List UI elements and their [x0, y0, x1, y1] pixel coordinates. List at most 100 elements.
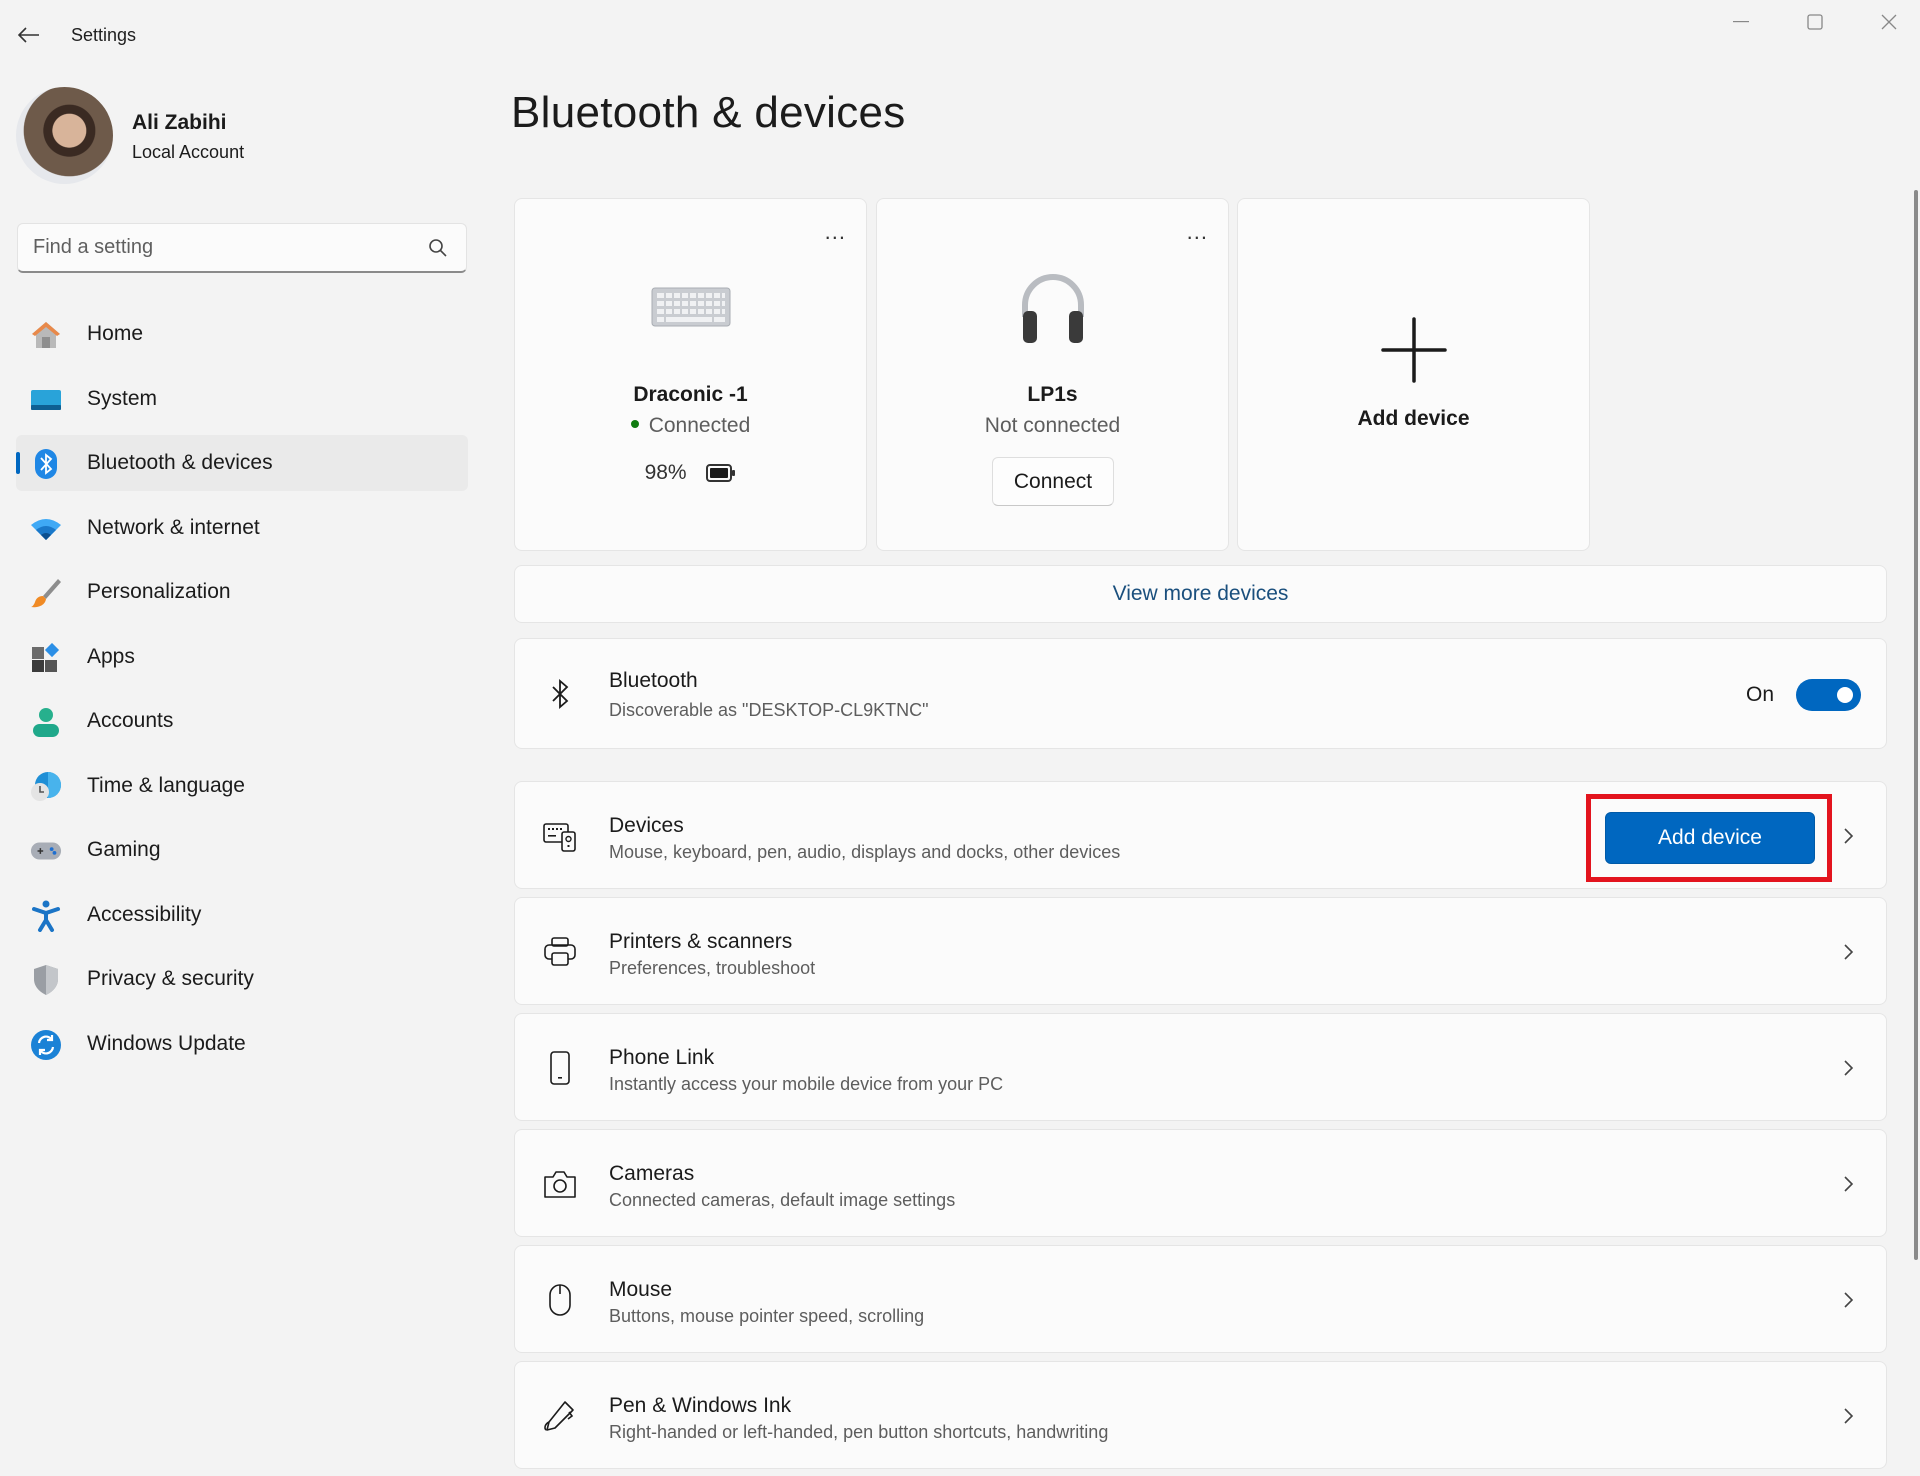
sidebar-item-label: Personalization — [87, 580, 231, 603]
device-status: Not connected — [984, 414, 1121, 437]
devices-row[interactable]: Devices Mouse, keyboard, pen, audio, dis… — [514, 781, 1887, 889]
search-icon[interactable] — [428, 238, 448, 258]
sidebar-item-bluetooth-devices[interactable]: Bluetooth & devices — [16, 435, 468, 491]
sidebar-item-label: Time & language — [87, 773, 245, 797]
row-subtitle: Right-handed or left-handed, pen button … — [609, 1422, 1109, 1442]
gamepad-icon — [30, 835, 62, 867]
phone-link-row[interactable]: Phone Link Instantly access your mobile … — [514, 1013, 1887, 1121]
minimize-icon — [1733, 21, 1749, 23]
brush-icon — [30, 577, 62, 609]
headphones-icon — [1013, 267, 1093, 352]
mouse-row[interactable]: Mouse Buttons, mouse pointer speed, scro… — [514, 1245, 1887, 1353]
shield-icon — [30, 964, 62, 996]
row-title: Pen & Windows Ink — [609, 1394, 792, 1417]
keyboard-icon — [651, 287, 731, 332]
bluetooth-toggle[interactable] — [1796, 679, 1861, 711]
row-title: Bluetooth — [609, 669, 698, 692]
row-title: Printers & scanners — [609, 930, 793, 953]
person-icon — [30, 706, 62, 738]
row-title: Cameras — [609, 1162, 695, 1185]
battery-percent: 98% — [644, 461, 687, 484]
system-icon — [30, 384, 62, 416]
maximize-button[interactable] — [1792, 8, 1838, 36]
bluetooth-icon — [30, 448, 62, 480]
connect-button[interactable]: Connect — [992, 457, 1114, 506]
sidebar-item-time-language[interactable]: Time & language — [16, 758, 468, 814]
search-box[interactable] — [17, 223, 467, 273]
account-type: Local Account — [132, 142, 245, 162]
more-options-button[interactable]: ... — [825, 221, 846, 243]
row-subtitle: Preferences, troubleshoot — [609, 958, 816, 978]
cameras-row[interactable]: Cameras Connected cameras, default image… — [514, 1129, 1887, 1237]
status-text: Connected — [648, 414, 751, 437]
chevron-right-icon[interactable] — [1838, 1058, 1858, 1078]
row-title: Mouse — [609, 1278, 673, 1301]
bluetooth-icon — [543, 677, 577, 711]
devices-icon — [543, 819, 577, 853]
close-icon — [1881, 14, 1897, 30]
plus-icon — [1380, 317, 1447, 388]
sidebar-item-label: Privacy & security — [87, 967, 254, 990]
sidebar-item-accessibility[interactable]: Accessibility — [16, 887, 468, 943]
row-subtitle: Instantly access your mobile device from… — [609, 1074, 1004, 1094]
sidebar-item-label: Home — [87, 322, 144, 345]
sidebar-item-windows-update[interactable]: Windows Update — [16, 1016, 468, 1072]
accessibility-icon — [30, 900, 62, 932]
profile-name: Ali Zabihi — [132, 111, 227, 134]
device-status: Connected — [515, 414, 866, 438]
scrollbar[interactable] — [1914, 190, 1918, 1260]
title-bar: Settings — [0, 0, 1920, 66]
sidebar-item-label: System — [87, 386, 158, 410]
sidebar-item-label: Accessibility — [87, 902, 202, 926]
chevron-right-icon[interactable] — [1838, 1174, 1858, 1194]
battery-level: 98% — [515, 461, 866, 485]
update-icon — [30, 1029, 62, 1061]
search-input[interactable] — [33, 224, 413, 270]
device-name: Draconic -1 — [633, 383, 748, 406]
sidebar-item-privacy[interactable]: Privacy & security — [16, 951, 468, 1007]
add-device-card[interactable]: Add device — [1237, 198, 1590, 551]
sidebar-nav: Home System Bluetooth & devices Network … — [16, 306, 468, 1080]
sidebar-item-gaming[interactable]: Gaming — [16, 822, 468, 878]
sidebar-item-apps[interactable]: Apps — [16, 629, 468, 685]
page-title: Bluetooth & devices — [511, 88, 906, 137]
pen-windows-ink-row[interactable]: Pen & Windows Ink Right-handed or left-h… — [514, 1361, 1887, 1469]
sidebar-item-system[interactable]: System — [16, 371, 468, 427]
row-title: Devices — [609, 814, 684, 837]
more-options-button[interactable]: ... — [1187, 221, 1208, 243]
sidebar-item-label: Apps — [87, 644, 135, 668]
row-subtitle: Buttons, mouse pointer speed, scrolling — [609, 1306, 925, 1326]
back-button[interactable] — [14, 20, 44, 50]
chevron-right-icon[interactable] — [1838, 1290, 1858, 1310]
row-subtitle: Connected cameras, default image setting… — [609, 1190, 956, 1210]
row-subtitle: Discoverable as "DESKTOP-CL9KTNC" — [609, 700, 929, 720]
home-icon — [30, 319, 62, 351]
chevron-right-icon[interactable] — [1838, 1406, 1858, 1426]
add-device-label: Add device — [1357, 407, 1470, 430]
back-arrow-icon — [18, 27, 39, 43]
sidebar-item-accounts[interactable]: Accounts — [16, 693, 468, 749]
sidebar-item-label: Network & internet — [87, 515, 260, 539]
view-more-devices-link[interactable]: View more devices — [514, 565, 1887, 623]
sidebar-item-home[interactable]: Home — [16, 306, 468, 362]
sidebar-item-network[interactable]: Network & internet — [16, 500, 468, 556]
wifi-icon — [30, 513, 62, 545]
sidebar-item-label: Bluetooth & devices — [87, 451, 273, 474]
printer-icon — [543, 935, 577, 969]
add-device-button[interactable]: Add device — [1605, 812, 1815, 864]
sidebar-item-personalization[interactable]: Personalization — [16, 564, 468, 620]
chevron-right-icon[interactable] — [1838, 942, 1858, 962]
sidebar-item-label: Gaming — [87, 838, 161, 861]
device-card-headphones[interactable]: ... LP1s Not connected Connect — [876, 198, 1229, 551]
chevron-right-icon[interactable] — [1838, 826, 1858, 846]
phone-icon — [543, 1051, 577, 1085]
sidebar-item-label: Accounts — [87, 709, 174, 732]
device-card-keyboard[interactable]: ... Draconic -1 Connected 98% — [514, 198, 867, 551]
close-button[interactable] — [1866, 8, 1912, 36]
toggle-state-label: On — [1745, 683, 1774, 706]
avatar[interactable] — [16, 87, 113, 184]
row-subtitle: Mouse, keyboard, pen, audio, displays an… — [609, 842, 1121, 862]
row-title: Phone Link — [609, 1046, 715, 1069]
printers-scanners-row[interactable]: Printers & scanners Preferences, trouble… — [514, 897, 1887, 1005]
minimize-button[interactable] — [1718, 8, 1764, 36]
